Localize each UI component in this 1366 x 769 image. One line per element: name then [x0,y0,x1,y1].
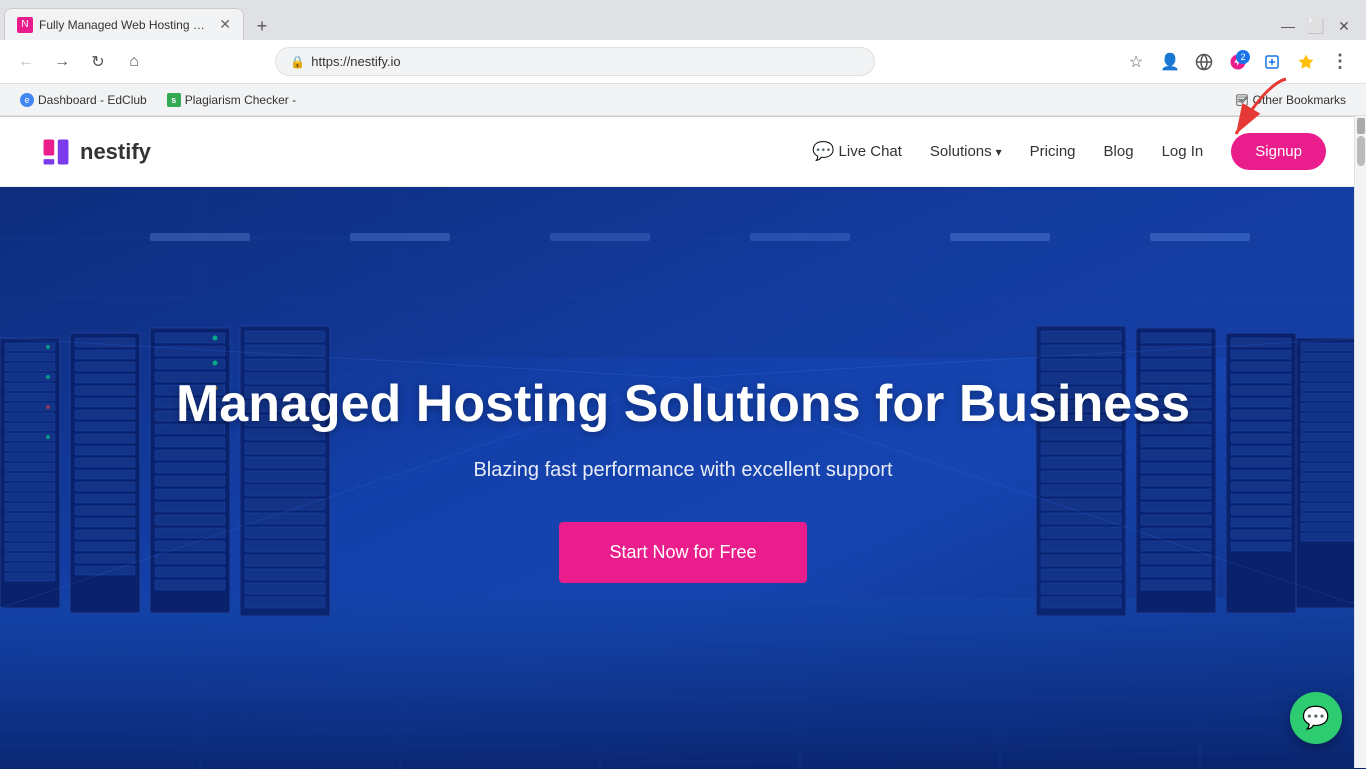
close-button[interactable]: ✕ [1330,12,1358,40]
bookmark-favicon-plagiarism: s [167,93,181,107]
bookmark-star-icon[interactable]: ☆ [1122,48,1150,76]
tab-title: Fully Managed Web Hosting USA [39,18,213,32]
tab-close-button[interactable]: ✕ [219,16,231,33]
bookmark-edclub-label: Dashboard - EdClub [38,93,147,107]
account-icon[interactable]: 👤 [1156,48,1184,76]
scrollbar-thumb[interactable] [1357,136,1365,166]
tab-favicon: N [17,17,33,33]
chat-icon: 💬 [812,141,834,162]
active-tab[interactable]: N Fully Managed Web Hosting USA ✕ [4,8,244,40]
ssl-lock-icon: 🔒 [290,55,305,69]
chat-widget-icon: 💬 [1302,705,1329,731]
nav-pricing[interactable]: Pricing [1030,143,1076,160]
hero-cta-button[interactable]: Start Now for Free [559,522,806,583]
more-menu-button[interactable]: ⋮ [1326,48,1354,76]
url-display: https://nestify.io [311,54,400,69]
extension-icon-3[interactable] [1258,48,1286,76]
new-tab-button[interactable]: + [248,12,276,40]
website-content: nestify 💬 Live Chat Solutions ▾ Pricing … [0,117,1366,769]
scrollbar[interactable] [1354,116,1366,768]
hero-content: Managed Hosting Solutions for Business B… [156,373,1210,583]
hero-title: Managed Hosting Solutions for Business [176,373,1190,435]
address-bar-input[interactable]: 🔒 https://nestify.io [275,47,875,76]
home-button[interactable]: ⌂ [120,48,148,76]
bookmark-edclub[interactable]: e Dashboard - EdClub [12,90,155,110]
nav-signup-button[interactable]: Signup [1231,133,1326,170]
forward-button[interactable]: → [48,48,76,76]
nav-login-link[interactable]: Log In [1162,143,1204,160]
nav-solutions[interactable]: Solutions ▾ [930,143,1002,160]
logo-icon [40,136,72,168]
hero-section: Managed Hosting Solutions for Business B… [0,187,1366,769]
minimize-button[interactable]: — [1274,12,1302,40]
live-chat-widget[interactable]: 💬 [1290,692,1342,744]
extension-badge: 2 [1236,50,1250,64]
other-bookmarks-label: Other Bookmarks [1253,93,1346,107]
maximize-button[interactable]: ⬜ [1302,12,1330,40]
bookmark-plagiarism-label: Plagiarism Checker - [185,93,296,107]
scrollbar-up-arrow[interactable] [1357,118,1365,134]
hero-subtitle: Blazing fast performance with excellent … [176,459,1190,482]
other-bookmarks-button[interactable]: Other Bookmarks [1227,90,1354,110]
nav-blog[interactable]: Blog [1104,143,1134,160]
extension-icon-2[interactable]: 2 [1224,48,1252,76]
site-logo[interactable]: nestify [40,136,151,168]
extension-icon-4[interactable] [1292,48,1320,76]
bookmark-favicon-edclub: e [20,93,34,107]
nav-live-chat[interactable]: 💬 Live Chat [812,141,902,162]
extension-icon-1[interactable] [1190,48,1218,76]
reload-button[interactable]: ↻ [84,48,112,76]
logo-text: nestify [80,139,151,165]
site-navbar: nestify 💬 Live Chat Solutions ▾ Pricing … [0,117,1366,187]
bookmark-plagiarism[interactable]: s Plagiarism Checker - [159,90,304,110]
back-button[interactable]: ← [12,48,40,76]
dropdown-icon: ▾ [996,145,1002,159]
nav-links: 💬 Live Chat Solutions ▾ Pricing Blog Log… [812,133,1326,170]
